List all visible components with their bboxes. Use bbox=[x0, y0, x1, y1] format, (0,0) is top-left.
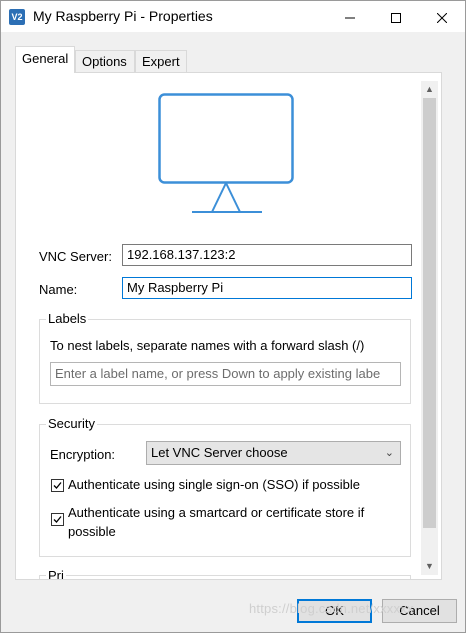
checkmark-icon bbox=[53, 516, 62, 523]
vnc-server-label: VNC Server: bbox=[39, 249, 112, 264]
name-label: Name: bbox=[39, 282, 78, 297]
encryption-dropdown[interactable]: Let VNC Server choose ⌄ bbox=[146, 441, 401, 465]
tab-options[interactable]: Options bbox=[75, 50, 135, 72]
sso-checkbox[interactable] bbox=[51, 479, 64, 492]
scroll-down-icon[interactable]: ▼ bbox=[421, 558, 438, 575]
encryption-label: Encryption: bbox=[50, 447, 116, 462]
scrollbar-thumb[interactable] bbox=[423, 98, 436, 528]
next-group-partial: Pri bbox=[39, 568, 411, 579]
labels-group-title: Labels bbox=[46, 311, 89, 326]
next-group-title: Pri bbox=[46, 568, 66, 579]
labels-group: Labels To nest labels, separate names wi… bbox=[39, 311, 411, 404]
smartcard-label-line1: Authenticate using a smartcard or certif… bbox=[68, 505, 365, 520]
smartcard-label-line2: possible bbox=[68, 524, 116, 539]
tab-expert[interactable]: Expert bbox=[135, 50, 187, 72]
general-tab-panel: VNC Server: 192.168.137.123:2 Name: My R… bbox=[15, 72, 442, 580]
properties-window: V2 My Raspberry Pi - Properties General … bbox=[0, 0, 466, 633]
label-input-placeholder: Enter a label name, or press Down to app… bbox=[55, 366, 381, 381]
vertical-scrollbar[interactable]: ▲ ▼ bbox=[421, 81, 438, 575]
smartcard-checkbox[interactable] bbox=[51, 513, 64, 526]
checkmark-icon bbox=[53, 482, 62, 489]
maximize-button[interactable] bbox=[373, 1, 419, 32]
scroll-up-icon[interactable]: ▲ bbox=[421, 81, 438, 98]
security-group-title: Security bbox=[46, 416, 97, 431]
close-button[interactable] bbox=[419, 1, 465, 32]
chevron-down-icon: ⌄ bbox=[384, 447, 394, 459]
label-input[interactable]: Enter a label name, or press Down to app… bbox=[50, 362, 401, 386]
close-icon bbox=[436, 12, 448, 23]
labels-hint: To nest labels, separate names with a fo… bbox=[50, 338, 365, 353]
minimize-icon bbox=[345, 17, 355, 19]
vnc-viewer-app-icon: V2 bbox=[9, 9, 25, 25]
maximize-icon bbox=[391, 12, 401, 23]
name-input[interactable]: My Raspberry Pi bbox=[122, 277, 412, 299]
vnc-server-input[interactable]: 192.168.137.123:2 bbox=[122, 244, 412, 266]
title-bar[interactable]: V2 My Raspberry Pi - Properties bbox=[1, 1, 465, 32]
window-title: My Raspberry Pi - Properties bbox=[33, 8, 213, 24]
tab-general[interactable]: General bbox=[15, 46, 75, 73]
security-group: Security Encryption: Let VNC Server choo… bbox=[39, 416, 411, 557]
minimize-button[interactable] bbox=[327, 1, 373, 32]
monitor-icon bbox=[158, 93, 294, 213]
sso-label: Authenticate using single sign-on (SSO) … bbox=[68, 477, 360, 492]
encryption-value: Let VNC Server choose bbox=[151, 445, 288, 460]
watermark: https://blog.csdn.net/xxxxxx bbox=[249, 601, 414, 616]
